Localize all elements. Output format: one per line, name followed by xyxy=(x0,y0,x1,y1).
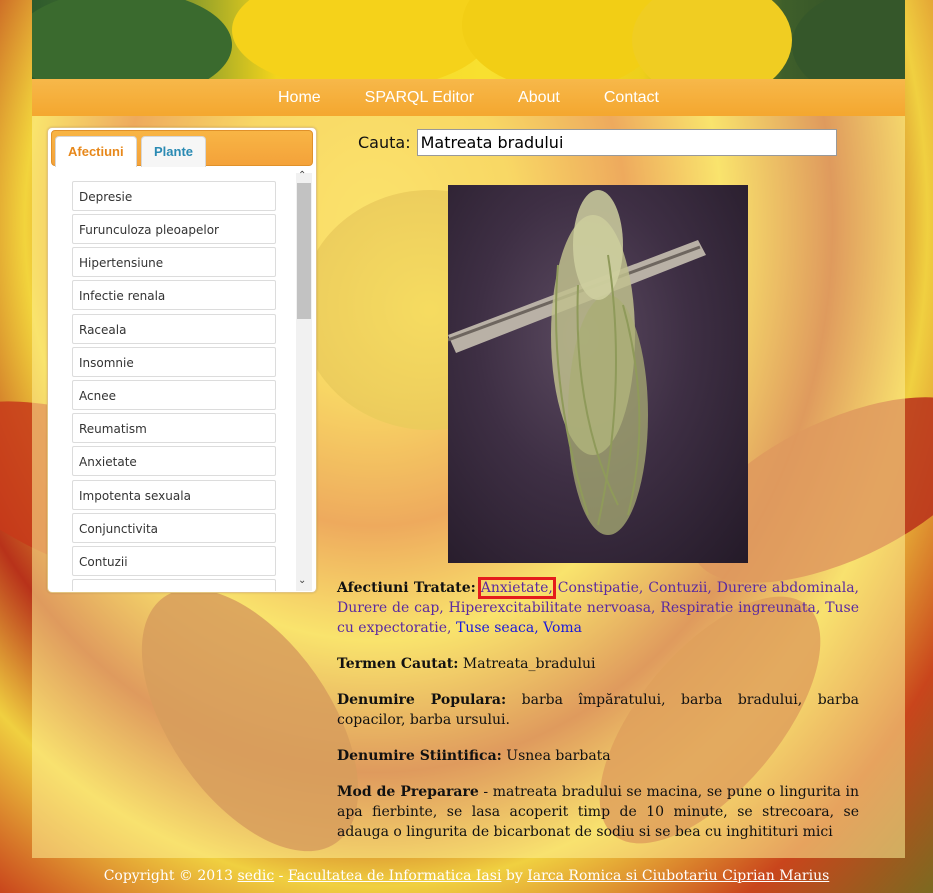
afectiune-link[interactable]: Contuzii, xyxy=(648,580,712,596)
afectiune-link[interactable]: Tuse seaca, xyxy=(456,620,539,636)
chevron-up-icon[interactable]: ⌃ xyxy=(298,170,306,181)
tab-afectiuni[interactable]: Afectiuni xyxy=(55,136,137,167)
footer-by: by xyxy=(505,868,523,884)
afectiune-link[interactable]: Constipatie, xyxy=(558,580,644,596)
stiintifica-value: Usnea barbata xyxy=(506,748,611,764)
list-item[interactable]: Hipertensiune xyxy=(72,247,276,277)
afectiuni-label: Afectiuni Tratate: xyxy=(337,580,476,596)
banner-leaf xyxy=(792,0,905,79)
mod-de-preparare: Mod de Preparare - matreata bradului se … xyxy=(337,782,859,842)
nav-home[interactable]: Home xyxy=(278,89,321,107)
banner-petal xyxy=(232,0,492,79)
usnea-lichen-illustration xyxy=(448,190,706,535)
list-item[interactable]: Impotenta sexuala xyxy=(72,480,276,510)
list-item[interactable]: Acnee xyxy=(72,380,276,410)
search-input[interactable] xyxy=(416,129,837,156)
afectiuni-list: Depresie Furunculoza pleoapelor Hiperten… xyxy=(48,173,316,591)
search-label: Cauta: xyxy=(358,133,411,152)
banner-petal xyxy=(632,0,792,79)
list-item[interactable]: Contuzii xyxy=(72,546,276,576)
list-item-partial[interactable] xyxy=(72,579,276,591)
list-item[interactable]: Reumatism xyxy=(72,413,276,443)
list-item[interactable]: Anxietate xyxy=(72,446,276,476)
list-item[interactable]: Insomnie xyxy=(72,347,276,377)
list-item[interactable]: Furunculoza pleoapelor xyxy=(72,214,276,244)
tab-plante[interactable]: Plante xyxy=(141,136,207,167)
footer-dash: - xyxy=(278,868,284,884)
nav-sparql-editor[interactable]: SPARQL Editor xyxy=(365,89,474,107)
termen-value: Matreata_bradului xyxy=(462,656,596,672)
footer-copyright: Copyright © 2013 xyxy=(103,868,234,884)
afectiune-link[interactable]: Hiperexcitabilitate nervoasa, xyxy=(449,600,656,616)
list-item[interactable]: Infectie renala xyxy=(72,280,276,310)
afectiune-link[interactable]: Respiratie ingreunata, xyxy=(660,600,820,616)
sidebar: Afectiuni Plante Depresie Furunculoza pl… xyxy=(47,127,317,593)
afectiune-link[interactable]: Durere de cap, xyxy=(337,600,444,616)
termen-cautat: Termen Cautat: Matreata_bradului xyxy=(337,654,859,674)
afectiune-link[interactable]: Durere abdominala, xyxy=(717,580,859,596)
scrollbar-thumb[interactable] xyxy=(297,183,311,319)
footer: Copyright © 2013 sedic - Facultatea de I… xyxy=(0,868,933,884)
banner-leaf xyxy=(32,0,232,79)
denumire-populara: Denumire Populara: barba împăratului, ba… xyxy=(337,690,859,730)
sidebar-tabbar: Afectiuni Plante xyxy=(51,130,313,167)
footer-link-faculty[interactable]: Facultatea de Informatica Iasi xyxy=(288,868,502,884)
sidebar-scrollbar[interactable]: ⌃ ⌄ xyxy=(296,170,312,591)
footer-link-authors[interactable]: Iarca Romica si Ciubotariu Ciprian Mariu… xyxy=(527,868,829,884)
header-banner xyxy=(32,0,905,79)
stiintifica-label: Denumire Stiintifica: xyxy=(337,748,502,764)
afectiuni-tratate: Afectiuni Tratate: Anxietate, Constipati… xyxy=(337,577,859,638)
termen-label: Termen Cautat: xyxy=(337,656,459,672)
chevron-down-icon[interactable]: ⌄ xyxy=(298,575,306,586)
denumire-stiintifica: Denumire Stiintifica: Usnea barbata xyxy=(337,746,859,766)
footer-link-sedic[interactable]: sedic xyxy=(237,868,274,884)
preparare-label: Mod de Preparare xyxy=(337,784,479,800)
nav-contact[interactable]: Contact xyxy=(604,89,659,107)
plant-image xyxy=(448,185,748,563)
list-item[interactable]: Depresie xyxy=(72,181,276,211)
main-navigation: Home SPARQL Editor About Contact xyxy=(32,79,905,116)
nav-about[interactable]: About xyxy=(518,89,560,107)
afectiune-link-anxietate[interactable]: Anxietate, xyxy=(477,577,556,599)
list-item[interactable]: Raceala xyxy=(72,314,276,344)
list-item[interactable]: Conjunctivita xyxy=(72,513,276,543)
populara-label: Denumire Populara: xyxy=(337,692,507,708)
search-row: Cauta: xyxy=(358,129,837,156)
afectiune-link[interactable]: Voma xyxy=(543,620,582,636)
